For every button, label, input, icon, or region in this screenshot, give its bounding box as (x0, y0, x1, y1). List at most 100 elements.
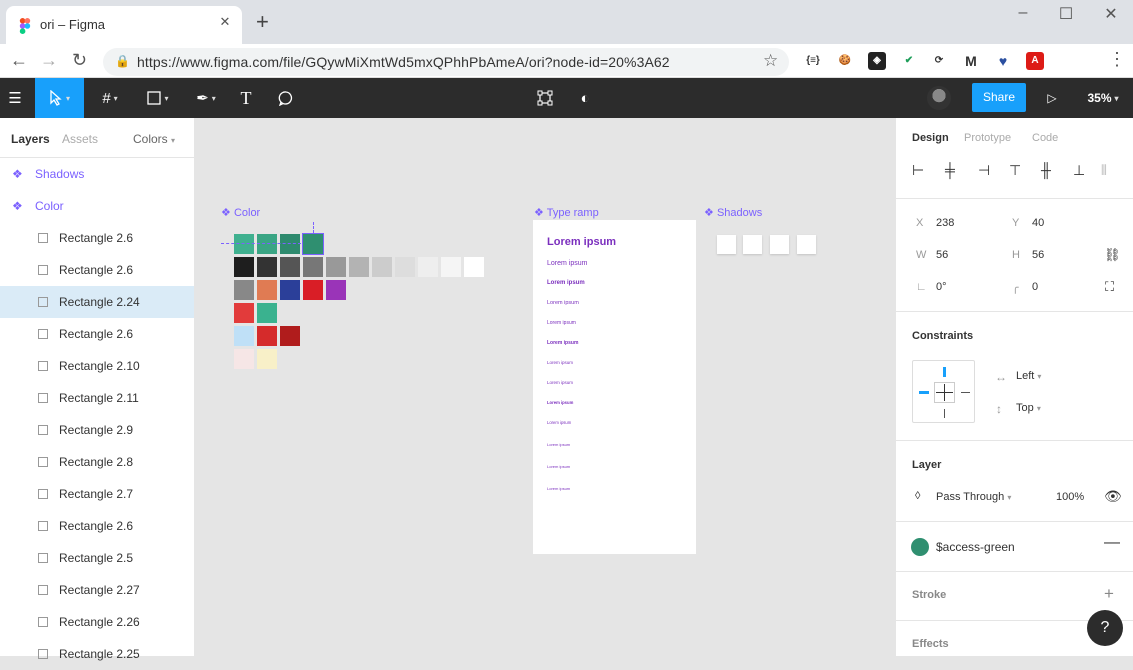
color-swatch[interactable] (372, 257, 392, 277)
color-swatch[interactable] (257, 234, 277, 254)
layer-item[interactable]: Rectangle 2.27 (0, 574, 194, 606)
component-tool-icon[interactable] (535, 78, 555, 118)
align-bottom-icon[interactable]: ⊥ (1073, 162, 1085, 179)
layer-item[interactable]: ❖ Color (0, 190, 194, 222)
pen-tool-icon[interactable]: ✒ ▾ (188, 78, 224, 118)
address-bar[interactable]: 🔒 https://www.figma.com/file/GQywMiXmtWd… (103, 48, 789, 76)
extension-angular-icon[interactable]: A (1026, 52, 1044, 70)
color-swatch[interactable] (280, 234, 300, 254)
shadow-sample[interactable] (743, 235, 762, 254)
horizontal-constraint-select[interactable]: Left ▾ (1016, 370, 1041, 382)
text-tool-icon[interactable]: T (234, 78, 258, 118)
move-tool-icon[interactable]: ▾ (35, 78, 84, 118)
frame-label-color[interactable]: ❖ Color (221, 206, 260, 219)
tab-close-icon[interactable]: ✕ (216, 14, 234, 30)
layer-item[interactable]: Rectangle 2.6 (0, 254, 194, 286)
color-swatch[interactable] (418, 257, 438, 277)
x-input[interactable]: 238 (936, 217, 954, 229)
constraint-right-indicator[interactable] (961, 392, 970, 393)
type-sample[interactable]: Lorem ipsum (547, 486, 570, 491)
shadow-sample[interactable] (797, 235, 816, 254)
layer-item[interactable]: Rectangle 2.6 (0, 318, 194, 350)
align-left-icon[interactable]: ⊢ (912, 162, 924, 179)
frame-tool-icon[interactable]: # ▾ (92, 78, 128, 118)
back-icon[interactable]: ← (10, 50, 28, 71)
bookmark-star-icon[interactable]: ☆ (763, 51, 778, 71)
color-swatch[interactable] (257, 349, 277, 369)
extension-cookie-icon[interactable]: 🍪 (836, 52, 854, 70)
selection-box[interactable] (302, 233, 324, 255)
color-swatch[interactable] (257, 326, 277, 346)
color-swatch[interactable] (326, 257, 346, 277)
tab-prototype[interactable]: Prototype (964, 132, 1011, 144)
layer-item[interactable]: Rectangle 2.10 (0, 350, 194, 382)
color-swatch[interactable] (280, 326, 300, 346)
type-ramp-frame[interactable]: Lorem ipsum Lorem ipsum Lorem ipsum Lorem i… (533, 220, 696, 554)
color-swatch[interactable] (257, 303, 277, 323)
color-swatch[interactable] (234, 349, 254, 369)
constrain-proportions-icon[interactable]: ⛓ (1104, 247, 1121, 263)
color-swatch[interactable] (280, 280, 300, 300)
type-sample[interactable]: Lorem ipsum (547, 360, 573, 365)
frame-label-shadows[interactable]: ❖ Shadows (704, 206, 762, 219)
reload-icon[interactable]: ↻ (72, 50, 87, 71)
extension-json-icon[interactable]: {≡} (804, 52, 822, 70)
forward-icon[interactable]: → (40, 50, 58, 71)
browser-tab[interactable]: ori – Figma ✕ (6, 6, 242, 44)
tab-design[interactable]: Design (912, 132, 949, 144)
color-swatch[interactable] (303, 257, 323, 277)
extension-dark-icon[interactable]: ◈ (868, 52, 886, 70)
layer-item[interactable]: Rectangle 2.25 (0, 638, 194, 670)
type-sample[interactable]: Lorem ipsum (547, 464, 570, 469)
help-button[interactable]: ? (1087, 610, 1123, 646)
layer-item[interactable]: Rectangle 2.8 (0, 446, 194, 478)
color-swatch[interactable] (464, 257, 484, 277)
constraint-bottom-indicator[interactable] (944, 409, 945, 418)
color-swatch[interactable] (234, 326, 254, 346)
tab-layers[interactable]: Layers (11, 132, 50, 146)
color-swatch[interactable] (303, 280, 323, 300)
align-center-h-icon[interactable]: ╪ (945, 162, 955, 178)
zoom-control[interactable]: 35% ▾ (1080, 78, 1126, 118)
color-swatch[interactable] (257, 257, 277, 277)
color-swatch[interactable] (441, 257, 461, 277)
height-input[interactable]: 56 (1032, 249, 1044, 261)
vertical-constraint-select[interactable]: Top ▾ (1016, 402, 1041, 414)
page-selector[interactable]: Colors ▾ (133, 132, 175, 146)
extension-sync-icon[interactable]: ⟳ (930, 52, 948, 70)
color-swatch[interactable] (326, 280, 346, 300)
rotation-input[interactable]: 0° (936, 281, 947, 293)
main-menu-icon[interactable]: ☰ (0, 78, 30, 118)
type-sample[interactable]: Lorem ipsum (547, 320, 576, 326)
color-swatch[interactable] (234, 257, 254, 277)
type-sample[interactable]: Lorem ipsum (547, 340, 578, 346)
align-right-icon[interactable]: ⊣ (978, 162, 990, 179)
type-sample[interactable]: Lorem ipsum (547, 280, 585, 286)
type-sample[interactable]: Lorem ipsum (547, 300, 579, 306)
comment-tool-icon[interactable] (274, 78, 298, 118)
type-sample[interactable]: Lorem ipsum (547, 442, 570, 447)
extension-m-icon[interactable]: M (962, 52, 980, 70)
align-top-icon[interactable]: ⊤ (1009, 162, 1021, 179)
layer-item[interactable]: Rectangle 2.6 (0, 510, 194, 542)
color-swatch[interactable] (257, 280, 277, 300)
extension-heart-icon[interactable]: ♥ (994, 52, 1012, 70)
new-tab-button[interactable]: + (256, 9, 269, 35)
layer-item[interactable]: Rectangle 2.24 (0, 286, 194, 318)
layer-item[interactable]: Rectangle 2.9 (0, 414, 194, 446)
design-canvas[interactable]: ❖ Color ❖ Type ramp ❖ Shadows Lorem ipsu… (195, 118, 895, 656)
width-input[interactable]: 56 (936, 249, 948, 261)
radius-input[interactable]: 0 (1032, 281, 1038, 293)
type-sample[interactable]: Lorem ipsum (547, 236, 616, 248)
type-sample[interactable]: Lorem ipsum (547, 400, 573, 405)
color-swatch[interactable] (280, 257, 300, 277)
tab-code[interactable]: Code (1032, 132, 1058, 144)
constraint-left-indicator[interactable] (919, 391, 929, 394)
share-button[interactable]: Share (972, 83, 1026, 112)
color-swatch[interactable] (234, 280, 254, 300)
fill-color-swatch[interactable] (911, 538, 929, 556)
extension-check-icon[interactable]: ✔ (900, 52, 918, 70)
type-sample[interactable]: Lorem ipsum (547, 380, 573, 385)
layer-item[interactable]: Rectangle 2.5 (0, 542, 194, 574)
shadow-sample[interactable] (717, 235, 736, 254)
